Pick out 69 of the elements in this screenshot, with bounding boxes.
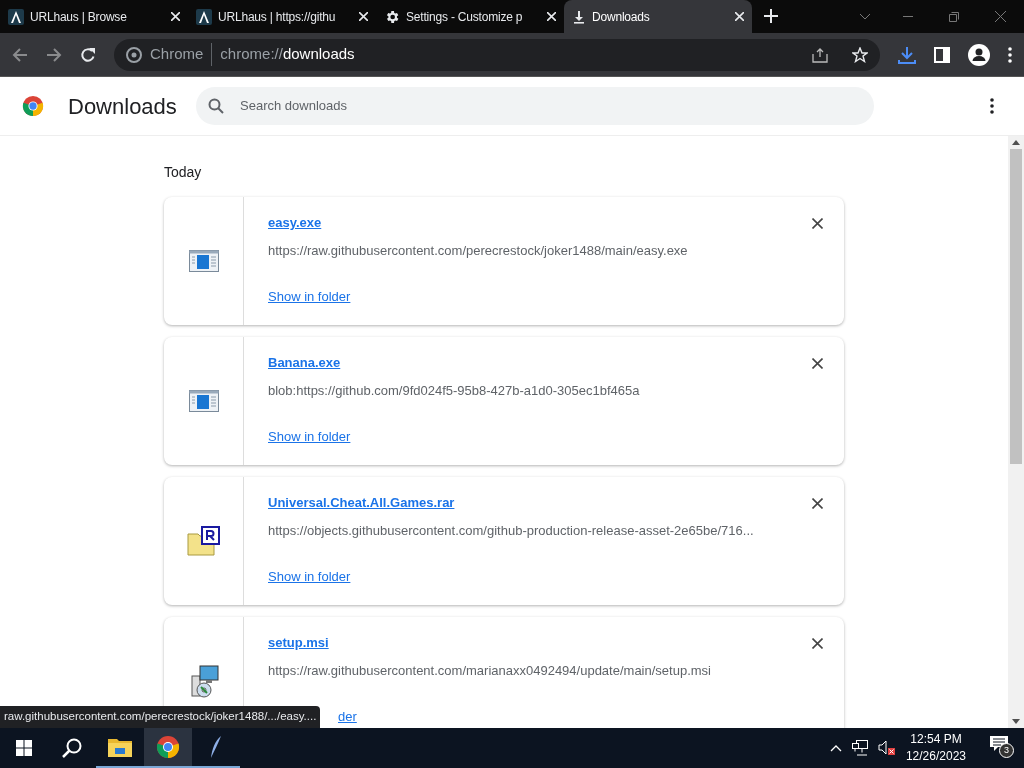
show-in-folder-link[interactable]: der xyxy=(338,707,357,727)
clock-date[interactable]: 12/26/2023 xyxy=(905,748,966,765)
window-file-icon xyxy=(188,390,219,412)
share-icon[interactable] xyxy=(812,46,828,63)
back-arrow-icon[interactable] xyxy=(12,46,28,63)
forward-arrow-icon[interactable] xyxy=(46,46,62,63)
search-icon[interactable] xyxy=(62,738,82,758)
chevron-up-icon[interactable] xyxy=(829,744,842,752)
more-icon[interactable] xyxy=(990,98,994,114)
site-chip: Chrome xyxy=(150,43,213,66)
clock-time[interactable]: 12:54 PM xyxy=(910,731,962,748)
search-input[interactable]: Search downloads xyxy=(240,96,862,116)
source-url: https://raw.githubusercontent.com/marianaxx0492494/update/main/setup.msi xyxy=(268,661,711,680)
url-text: chrome://downloads xyxy=(220,44,355,65)
plus-icon[interactable] xyxy=(764,9,778,23)
windows-icon[interactable] xyxy=(16,740,32,756)
search-icon xyxy=(208,98,224,114)
browser-tab[interactable]: URLhaus | https://githu xyxy=(188,0,376,33)
scroll-up-icon[interactable] xyxy=(1012,140,1020,145)
star-icon[interactable] xyxy=(852,46,868,63)
status-tooltip: raw.githubusercontent.com/perecrestock/joker1488/.../easy.... xyxy=(0,706,321,728)
section-heading: Today xyxy=(164,163,202,182)
notification-count: 3 xyxy=(999,743,1014,758)
taskbar-app[interactable] xyxy=(144,728,192,768)
show-in-folder-link[interactable]: Show in folder xyxy=(268,567,351,587)
side-panel-icon[interactable] xyxy=(934,46,950,63)
address-bar[interactable]: Chrome chrome://downloads xyxy=(114,38,880,71)
tab-title: URLhaus | https://githu xyxy=(218,8,336,26)
show-in-folder-link[interactable]: Show in folder xyxy=(268,287,351,307)
tab-title: URLhaus | Browse xyxy=(30,8,127,26)
browser-tab[interactable]: Downloads xyxy=(564,0,752,33)
file-link[interactable]: easy.exe xyxy=(268,213,322,233)
profile-icon[interactable] xyxy=(968,43,990,66)
close-icon[interactable] xyxy=(812,218,823,229)
folder-icon xyxy=(108,737,132,757)
download-icon xyxy=(572,9,586,24)
restore-icon[interactable] xyxy=(949,12,959,22)
browser-tab[interactable]: URLhaus | Browse xyxy=(0,0,188,33)
show-in-folder-link[interactable]: Show in folder xyxy=(268,427,351,447)
feather-icon xyxy=(209,735,223,759)
archive-file-icon xyxy=(186,526,221,556)
search-field[interactable]: Search downloads xyxy=(196,87,874,125)
logo-icon xyxy=(196,8,212,25)
settings-icon xyxy=(384,8,400,25)
file-link[interactable]: Universal.Cheat.All.Games.rar xyxy=(268,493,455,513)
file-link[interactable]: setup.msi xyxy=(268,633,329,653)
source-url: blob:https://github.com/9fd024f5-95b8-427b-a1d0-305ec1bf465a xyxy=(268,381,640,400)
scrollbar[interactable] xyxy=(1008,136,1024,728)
file-link[interactable]: Banana.exe xyxy=(268,353,341,373)
chevron-down-icon[interactable] xyxy=(859,13,871,20)
tab-title: Downloads xyxy=(592,8,650,26)
chrome-logo-icon xyxy=(22,95,44,117)
close-icon[interactable] xyxy=(812,358,823,369)
network-icon[interactable] xyxy=(851,740,868,756)
download-icon[interactable] xyxy=(898,45,916,64)
menu-icon[interactable] xyxy=(1008,46,1012,63)
muted-speaker-icon[interactable] xyxy=(877,740,896,756)
source-url: https://objects.githubusercontent.com/github-production-release-asset-2e65be/716... xyxy=(268,521,754,540)
chrome-icon xyxy=(126,46,142,63)
close-icon[interactable] xyxy=(812,498,823,509)
logo-icon xyxy=(8,8,24,25)
browser-tab[interactable]: Settings - Customize p xyxy=(376,0,564,33)
tab-title: Settings - Customize p xyxy=(406,8,523,26)
close-icon[interactable] xyxy=(812,638,823,649)
chrome-icon xyxy=(156,735,180,759)
window-file-icon xyxy=(188,250,219,272)
reload-icon[interactable] xyxy=(80,46,96,63)
scroll-down-icon[interactable] xyxy=(1012,719,1020,724)
source-url: https://raw.githubusercontent.com/perecrestock/joker1488/main/easy.exe xyxy=(268,241,688,260)
